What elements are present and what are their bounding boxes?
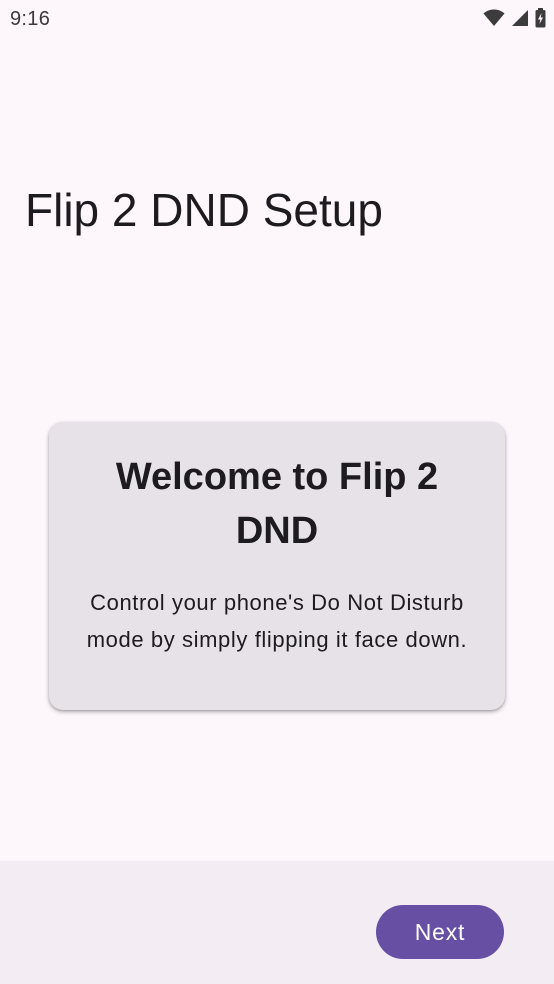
welcome-card: Welcome to Flip 2 DND Control your phone… [49, 422, 505, 710]
welcome-description: Control your phone's Do Not Disturb mode… [86, 590, 468, 652]
cell-signal-icon [511, 9, 529, 27]
page-title: Flip 2 DND Setup [25, 184, 383, 236]
status-bar: 9:16 [0, 0, 554, 38]
battery-charging-icon [535, 8, 546, 28]
next-button[interactable]: Next [376, 905, 504, 959]
status-time: 9:16 [10, 8, 51, 30]
status-icons [483, 7, 546, 29]
wifi-icon [483, 9, 505, 27]
bottom-navigation-bar: Next [0, 861, 554, 984]
welcome-title: Welcome to Flip 2 DND [115, 456, 439, 552]
